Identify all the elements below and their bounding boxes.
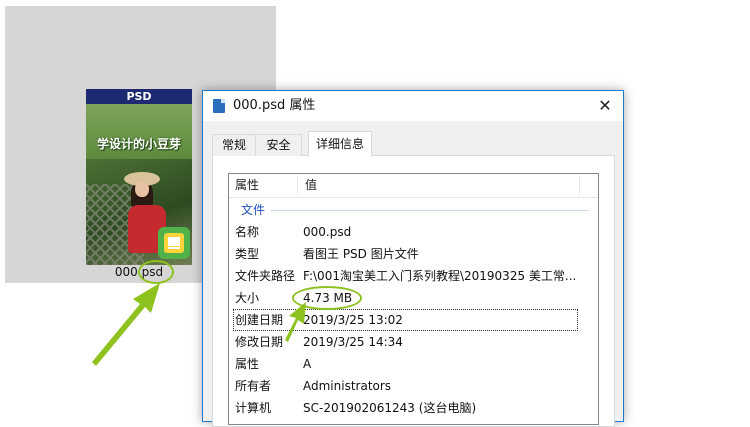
property-name: 文件夹路径 (235, 269, 296, 283)
property-name: 名称 (235, 225, 260, 239)
tab-details[interactable]: 详细信息 (308, 131, 372, 157)
properties-dialog: 000.psd 属性 ✕ 常规 安全 详细信息 属性 值 文件 名称 000.p… (202, 90, 624, 427)
group-label: 文件 (241, 203, 266, 217)
file-icon (213, 99, 225, 113)
group-file: 文件 (239, 201, 589, 219)
highlight-oval-filename (138, 260, 174, 284)
tab-general[interactable]: 常规 (212, 134, 256, 156)
column-divider[interactable] (579, 176, 580, 195)
property-value: 2019/3/25 13:02 (303, 313, 403, 327)
property-name: 大小 (235, 291, 260, 305)
property-value: SC-201902061243 (这台电脑) (303, 401, 477, 415)
detail-row-created[interactable]: 创建日期 2019/3/25 13:02 (233, 309, 578, 331)
column-divider[interactable] (297, 176, 298, 195)
detail-row-modified[interactable]: 修改日期 2019/3/25 14:34 (229, 331, 598, 353)
property-name: 修改日期 (235, 335, 284, 349)
highlight-oval-size (292, 286, 362, 310)
detail-row-attributes[interactable]: 属性 A (229, 353, 598, 375)
group-divider (271, 210, 589, 211)
psd-thumbnail[interactable]: PSD 学设计的小豆芽 (86, 89, 192, 265)
detail-row-owner[interactable]: 所有者 Administrators (229, 375, 598, 397)
column-header-value[interactable]: 值 (305, 174, 317, 197)
tab-security[interactable]: 安全 (255, 134, 302, 156)
detail-row-name[interactable]: 名称 000.psd (229, 221, 598, 243)
detail-row-type[interactable]: 类型 看图王 PSD 图片文件 (229, 243, 598, 265)
list-header: 属性 值 (229, 174, 598, 198)
arrow-icon (92, 283, 160, 366)
details-list[interactable]: 属性 值 文件 名称 000.psd 类型 看图王 PSD 图片文件 文件夹路径… (228, 173, 599, 425)
property-name: 创建日期 (235, 313, 284, 327)
property-value: 000.psd (303, 225, 352, 239)
detail-row-computer[interactable]: 计算机 SC-201902061243 (这台电脑) (229, 397, 598, 419)
property-value: Administrators (303, 379, 392, 393)
close-button[interactable]: ✕ (593, 94, 617, 118)
dialog-titlebar[interactable]: 000.psd 属性 ✕ (203, 91, 623, 121)
property-name: 属性 (235, 357, 260, 371)
column-header-property[interactable]: 属性 (235, 174, 259, 197)
property-value: 2019/3/25 14:34 (303, 335, 403, 349)
property-value: A (303, 357, 312, 371)
property-name: 计算机 (235, 401, 272, 415)
dialog-title: 000.psd 属性 (233, 98, 316, 113)
psd-badge: PSD (86, 89, 192, 104)
detail-row-size[interactable]: 大小 4.73 MB (229, 287, 598, 309)
detail-row-folder-path[interactable]: 文件夹路径 F:\001淘宝美工入门系列教程\20190325 美工常... (229, 265, 598, 287)
close-icon: ✕ (598, 96, 612, 115)
property-value: 看图王 PSD 图片文件 (303, 247, 419, 261)
thumbnail-person-face (135, 181, 149, 197)
property-value: F:\001淘宝美工入门系列教程\20190325 美工常... (303, 269, 577, 283)
thumbnail-caption: 学设计的小豆芽 (96, 137, 181, 151)
property-name: 所有者 (235, 379, 272, 393)
property-name: 类型 (235, 247, 260, 261)
psd-app-icon (158, 227, 190, 259)
